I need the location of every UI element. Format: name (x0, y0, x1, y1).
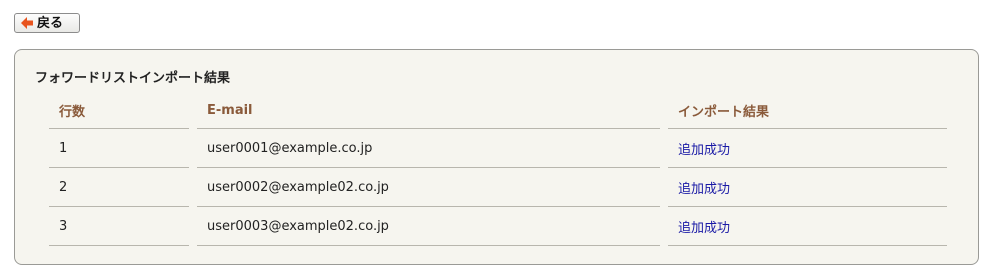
row-number-cell: 1 (49, 129, 189, 168)
table-row: 3 user0003@example02.co.jp 追加成功 (49, 207, 947, 246)
result-link[interactable]: 追加成功 (678, 182, 730, 197)
table-header-row: 行数 E-mail インポート結果 (49, 93, 947, 129)
email-cell: user0003@example02.co.jp (197, 207, 660, 246)
back-button-label: 戻る (37, 15, 64, 31)
back-button[interactable]: 戻る (14, 13, 80, 33)
column-header-email: E-mail (197, 93, 660, 129)
panel-title: フォワードリストインポート結果 (35, 71, 231, 86)
result-link[interactable]: 追加成功 (678, 221, 730, 236)
result-link[interactable]: 追加成功 (678, 143, 730, 158)
email-cell: user0002@example02.co.jp (197, 168, 660, 207)
result-cell: 追加成功 (668, 168, 947, 207)
arrow-left-icon (20, 16, 34, 30)
email-cell: user0001@example.co.jp (197, 129, 660, 168)
import-result-panel: フォワードリストインポート結果 行数 E-mail インポート結果 1 user… (14, 49, 979, 265)
table-row: 2 user0002@example02.co.jp 追加成功 (49, 168, 947, 207)
column-header-row-number: 行数 (49, 93, 189, 129)
result-cell: 追加成功 (668, 129, 947, 168)
import-result-table: 行数 E-mail インポート結果 1 user0001@example.co.… (41, 93, 955, 246)
column-header-import-result: インポート結果 (668, 93, 947, 129)
row-number-cell: 2 (49, 168, 189, 207)
result-cell: 追加成功 (668, 207, 947, 246)
row-number-cell: 3 (49, 207, 189, 246)
table-row: 1 user0001@example.co.jp 追加成功 (49, 129, 947, 168)
